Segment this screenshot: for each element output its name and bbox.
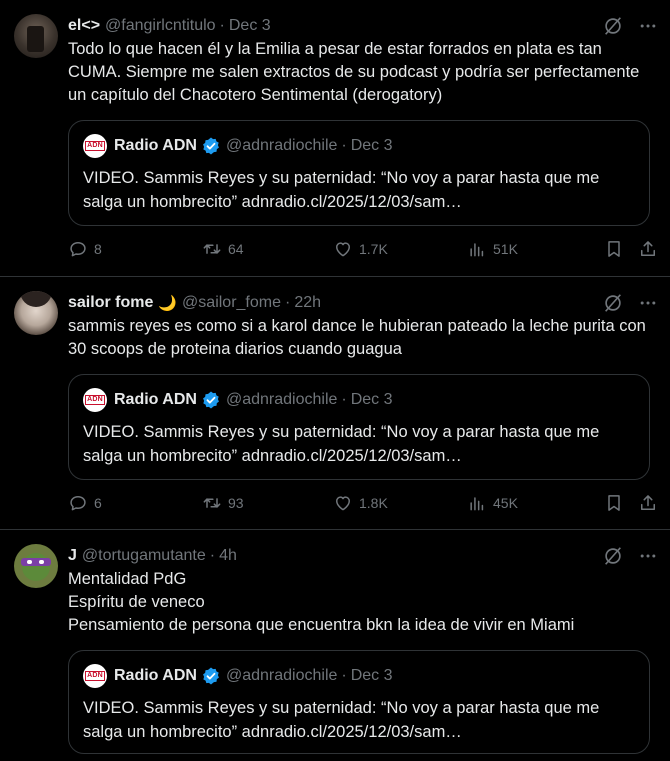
tweet-text: Todo lo que hacen él y la Emilia a pesar… bbox=[68, 40, 640, 104]
logo-text: ADN bbox=[85, 141, 105, 151]
separator-dot: · bbox=[341, 137, 347, 154]
more-icon[interactable] bbox=[638, 546, 658, 566]
views-icon bbox=[467, 493, 487, 513]
retweet-icon bbox=[202, 239, 222, 259]
action-bar: 6 93 1.8K 45K bbox=[68, 480, 654, 526]
tweet-header: sailor fome 🌙 @sailor_fome · 22h bbox=[68, 293, 654, 313]
separator-dot: · bbox=[209, 547, 216, 564]
reply-button[interactable]: 6 bbox=[68, 493, 202, 513]
quoted-timestamp: Dec 3 bbox=[350, 391, 393, 408]
like-button[interactable]: 1.8K bbox=[333, 493, 467, 513]
tweet[interactable]: el<> @fangirlcntitulo · Dec 3 Todo lo qu… bbox=[0, 0, 670, 277]
like-count: 1.8K bbox=[359, 495, 388, 511]
reply-count: 6 bbox=[94, 495, 102, 511]
retweet-button[interactable]: 93 bbox=[202, 493, 333, 513]
display-name[interactable]: sailor fome bbox=[68, 294, 153, 312]
view-count: 51K bbox=[493, 241, 518, 257]
quoted-display-name: Radio ADN bbox=[114, 137, 197, 154]
quoted-display-name: Radio ADN bbox=[114, 391, 197, 408]
like-count: 1.7K bbox=[359, 241, 388, 257]
handle[interactable]: @sailor_fome bbox=[182, 294, 281, 312]
avatar[interactable] bbox=[14, 544, 58, 588]
timestamp[interactable]: Dec 3 bbox=[229, 17, 271, 35]
reply-count: 8 bbox=[94, 241, 102, 257]
handle[interactable]: @fangirlcntitulo bbox=[105, 17, 216, 35]
reply-button[interactable]: 8 bbox=[68, 239, 202, 259]
tweet-text: Mentalidad PdG Espíritu de veneco Pensam… bbox=[68, 570, 575, 634]
more-icon[interactable] bbox=[638, 16, 658, 36]
retweet-count: 93 bbox=[228, 495, 244, 511]
radio-adn-logo: ADN bbox=[83, 388, 107, 412]
separator-dot: · bbox=[341, 667, 347, 684]
tweet-header: J @tortugamutante · 4h bbox=[68, 546, 654, 566]
verified-badge-icon[interactable] bbox=[201, 136, 221, 156]
reply-icon bbox=[68, 239, 88, 259]
share-icon[interactable] bbox=[638, 239, 658, 259]
avatar[interactable] bbox=[14, 14, 58, 58]
radio-adn-logo: ADN bbox=[83, 664, 107, 688]
verified-badge-icon[interactable] bbox=[201, 666, 221, 686]
share-icon[interactable] bbox=[638, 493, 658, 513]
quoted-handle: @adnradiochile bbox=[225, 137, 338, 154]
separator-dot: · bbox=[285, 294, 291, 311]
timestamp[interactable]: 22h bbox=[294, 294, 321, 312]
bookmark-icon[interactable] bbox=[604, 493, 624, 513]
quoted-header: ADN Radio ADN @adnradiochile · Dec 3 bbox=[83, 134, 635, 158]
quoted-handle: @adnradiochile bbox=[225, 667, 338, 684]
grok-icon[interactable] bbox=[602, 292, 624, 314]
retweet-icon bbox=[202, 493, 222, 513]
grok-icon[interactable] bbox=[602, 545, 624, 567]
logo-text: ADN bbox=[85, 671, 105, 681]
quoted-header: ADN Radio ADN @adnradiochile · Dec 3 bbox=[83, 388, 635, 412]
retweet-count: 64 bbox=[228, 241, 244, 257]
retweet-button[interactable]: 64 bbox=[202, 239, 333, 259]
views-button[interactable]: 45K bbox=[467, 493, 603, 513]
heart-icon bbox=[333, 239, 353, 259]
timestamp[interactable]: 4h bbox=[219, 547, 237, 565]
tweet-header: el<> @fangirlcntitulo · Dec 3 bbox=[68, 16, 654, 36]
reply-icon bbox=[68, 493, 88, 513]
tweet[interactable]: J @tortugamutante · 4h Mentalidad PdG Es… bbox=[0, 530, 670, 761]
moon-emoji: 🌙 bbox=[158, 295, 178, 312]
quoted-header: ADN Radio ADN @adnradiochile · Dec 3 bbox=[83, 664, 635, 688]
more-icon[interactable] bbox=[638, 293, 658, 313]
quoted-timestamp: Dec 3 bbox=[350, 667, 393, 684]
logo-text: ADN bbox=[85, 395, 105, 405]
quoted-timestamp: Dec 3 bbox=[350, 137, 393, 154]
views-button[interactable]: 51K bbox=[467, 239, 603, 259]
tweet-text: sammis reyes es como si a karol dance le… bbox=[68, 317, 646, 358]
heart-icon bbox=[333, 493, 353, 513]
views-icon bbox=[467, 239, 487, 259]
handle[interactable]: @tortugamutante bbox=[82, 547, 206, 565]
separator-dot: · bbox=[341, 391, 347, 408]
action-bar: 8 64 1.7K 51K bbox=[68, 226, 654, 272]
like-button[interactable]: 1.7K bbox=[333, 239, 467, 259]
quoted-handle: @adnradiochile bbox=[225, 391, 338, 408]
avatar[interactable] bbox=[14, 291, 58, 335]
quoted-tweet[interactable]: ADN Radio ADN @adnradiochile · Dec 3 VID… bbox=[68, 120, 650, 226]
quoted-display-name: Radio ADN bbox=[114, 667, 197, 684]
grok-icon[interactable] bbox=[602, 15, 624, 37]
quoted-text: VIDEO. Sammis Reyes y su paternidad: “No… bbox=[83, 699, 600, 741]
tweet[interactable]: sailor fome 🌙 @sailor_fome · 22h sammis … bbox=[0, 277, 670, 530]
quoted-text: VIDEO. Sammis Reyes y su paternidad: “No… bbox=[83, 423, 600, 465]
radio-adn-logo: ADN bbox=[83, 134, 107, 158]
display-name[interactable]: el<> bbox=[68, 17, 100, 35]
separator-dot: · bbox=[219, 17, 225, 34]
display-name[interactable]: J bbox=[68, 547, 77, 565]
quoted-text: VIDEO. Sammis Reyes y su paternidad: “No… bbox=[83, 169, 600, 211]
quoted-tweet[interactable]: ADN Radio ADN @adnradiochile · Dec 3 VID… bbox=[68, 650, 650, 754]
bookmark-icon[interactable] bbox=[604, 239, 624, 259]
view-count: 45K bbox=[493, 495, 518, 511]
verified-badge-icon[interactable] bbox=[201, 390, 221, 410]
quoted-tweet[interactable]: ADN Radio ADN @adnradiochile · Dec 3 VID… bbox=[68, 374, 650, 480]
